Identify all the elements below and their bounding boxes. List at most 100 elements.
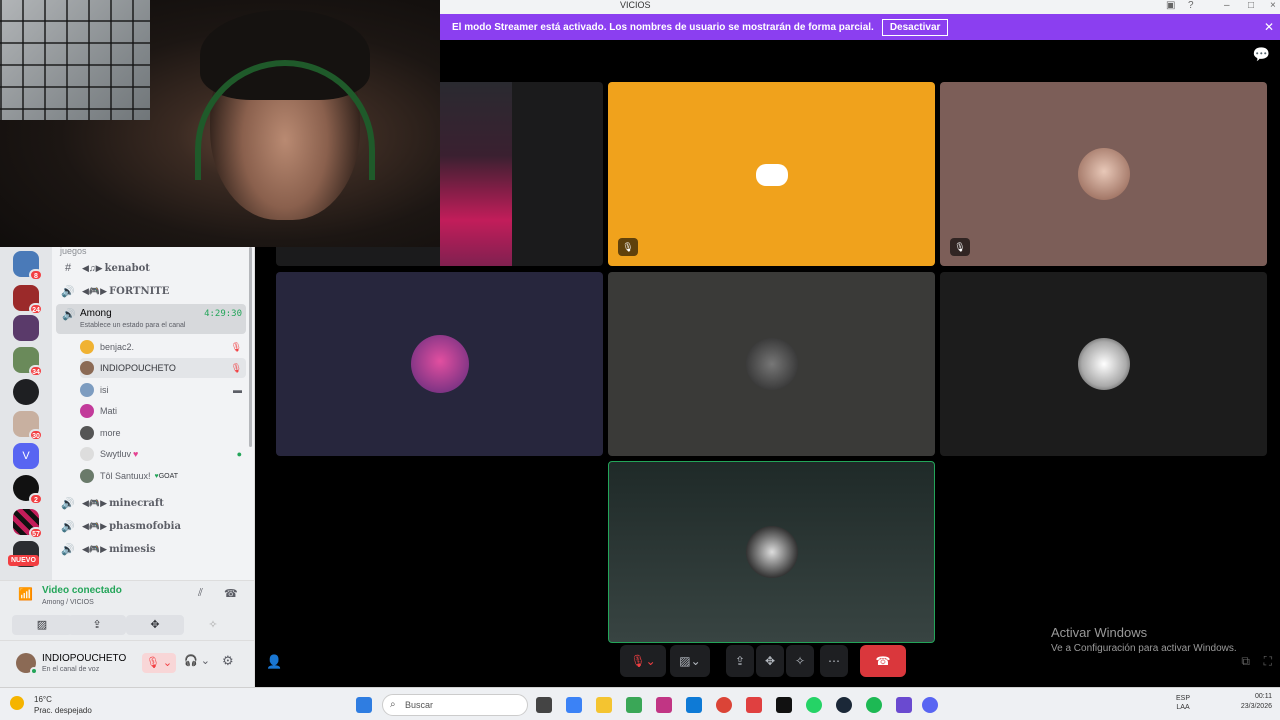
app-icon[interactable] (896, 697, 912, 713)
speaker-icon: 🔊 (61, 285, 75, 298)
app-icon[interactable] (746, 697, 762, 713)
headphones-icon[interactable]: 🎧 ⌄ (184, 654, 210, 667)
soundboard-button[interactable]: ✧ (184, 615, 242, 635)
voice-member[interactable]: isi ▬ (80, 380, 246, 400)
activities-button[interactable]: ✥ (756, 645, 784, 677)
steam-icon[interactable] (836, 697, 852, 713)
mute-mic-button[interactable]: 🎙⌄ (620, 645, 666, 677)
discord-icon[interactable] (922, 697, 938, 713)
noise-suppression-icon[interactable]: ⫽ (198, 587, 203, 600)
search-box[interactable]: ⌕ Buscar (382, 694, 528, 716)
video-tile-user-speaking[interactable] (608, 461, 935, 643)
close-window-icon[interactable]: × (1270, 0, 1276, 11)
call-timer: 4:29:30 (204, 309, 242, 319)
start-icon[interactable] (356, 697, 372, 713)
voice-member[interactable]: benjac2. 🎙 (80, 337, 246, 357)
avatar (80, 426, 94, 440)
channel-kenabot[interactable]: # ◀♫▶ kenabot (60, 258, 250, 278)
discord-logo-icon (756, 164, 788, 186)
badge: 57 (29, 527, 43, 539)
file-explorer-icon[interactable] (596, 697, 612, 713)
connection-location[interactable]: Among / VICIOS (42, 599, 94, 606)
share-screen-button[interactable]: ⇪ (68, 615, 126, 635)
video-tile-user[interactable]: 🎙 (940, 82, 1267, 266)
deactivate-button[interactable]: Desactivar (881, 18, 949, 36)
help-icon[interactable]: ? (1188, 0, 1194, 11)
server-icon[interactable] (13, 379, 39, 405)
server-icon[interactable]: 2 (13, 475, 43, 505)
user-status: En el canal de voz (42, 666, 100, 673)
mute-mic-button[interactable]: 🎙 ⌄ (142, 653, 176, 673)
server-icon[interactable]: 34 (13, 347, 43, 377)
server-icon[interactable]: 30 (13, 411, 43, 441)
epic-games-icon[interactable] (776, 697, 792, 713)
avatar (80, 340, 94, 354)
avatar (745, 338, 798, 390)
video-tile-user[interactable] (940, 272, 1267, 456)
badge: 2 (29, 493, 43, 505)
minimize-icon[interactable]: – (1224, 0, 1230, 11)
channel-minecraft[interactable]: 🔊 ◀🎮▶ minecraft (60, 493, 250, 513)
online-status-icon (30, 667, 38, 675)
video-tile-discord[interactable]: 🎙 (608, 82, 935, 266)
channel-name: FORTNITE (109, 285, 170, 297)
invite-icon[interactable]: 👤 (266, 654, 282, 670)
voice-member[interactable]: Tôl Santuux! ♥GOAT (80, 466, 246, 486)
voice-member[interactable]: INDIOPOUCHETO 🎙 (80, 358, 246, 378)
chrome-icon[interactable] (716, 697, 732, 713)
fullscreen-icon[interactable]: ⛶ (1264, 654, 1272, 669)
channel-mimesis[interactable]: 🔊 ◀🎮▶ mimesis (60, 539, 250, 559)
popout-icon[interactable]: ⧉ (1241, 654, 1250, 669)
task-view-icon[interactable] (536, 697, 552, 713)
spotify-icon[interactable] (866, 697, 882, 713)
watermark-subtitle: Ve a Configuración para activar Windows. (1051, 643, 1237, 654)
category-name: juegos (60, 246, 87, 256)
chat-icon[interactable]: 💬 (1253, 46, 1270, 63)
video-tile-user[interactable] (608, 272, 935, 456)
voice-member[interactable]: Mati (80, 401, 246, 421)
language-code: ESP (1176, 695, 1191, 702)
text-channel-icon: # (64, 262, 72, 274)
title-bar: VICIOS ▣ ? – □ × (440, 0, 1280, 14)
webcam-overlay (0, 0, 440, 247)
app-icon[interactable] (626, 697, 642, 713)
badge: 30 (29, 429, 43, 441)
voice-member[interactable]: Swytluv ♥ ● (80, 444, 246, 464)
channel-scrollbar[interactable] (249, 247, 252, 447)
more-options-button[interactable]: ⋯ (820, 645, 848, 677)
user-panel: INDIOPOUCHETO En el canal de voz 🎙 ⌄ 🎧 ⌄… (0, 640, 254, 687)
window-title: VICIOS (620, 0, 651, 10)
share-screen-button[interactable]: ⇪ (726, 645, 754, 677)
server-icon[interactable] (13, 315, 39, 341)
channel-phasmofobia[interactable]: 🔊 ◀🎮▶ phasmofobia (60, 516, 250, 536)
whatsapp-icon[interactable] (806, 697, 822, 713)
video-tile-user[interactable] (276, 272, 603, 456)
set-status-hint[interactable]: Establece un estado para el canal (80, 322, 185, 329)
camera-button[interactable]: ▨⌄ (670, 645, 710, 677)
signal-icon[interactable]: 📶 (18, 587, 33, 601)
close-icon[interactable]: ✕ (1264, 20, 1274, 34)
gear-icon[interactable]: ⚙ (222, 653, 234, 669)
disconnect-button[interactable]: ☎ (860, 645, 906, 677)
inbox-icon[interactable]: ▣ (1166, 0, 1175, 11)
clock[interactable]: 00:11 23/3/2026 (1241, 692, 1272, 712)
soundboard-button[interactable]: ✧ (786, 645, 814, 677)
server-icon[interactable]: 57 (13, 509, 43, 539)
server-icon[interactable]: V (13, 443, 39, 469)
edge-icon[interactable] (686, 697, 702, 713)
language-indicator[interactable]: ESP LAA (1176, 694, 1190, 712)
voice-member[interactable]: more (80, 423, 246, 443)
copilot-icon[interactable] (566, 697, 582, 713)
member-name: Tôl Santuux! (100, 471, 151, 481)
maximize-icon[interactable]: □ (1248, 0, 1254, 11)
disconnect-icon[interactable]: ☎ (224, 587, 238, 600)
channel-among[interactable]: 🔊 Among 4:29:30 Establece un estado para… (56, 304, 246, 334)
channel-fortnite[interactable]: 🔊 ◀🎮▶ FORTNITE (60, 281, 250, 301)
server-icon[interactable]: 24 (13, 285, 43, 315)
camera-off-button[interactable]: ▨ (12, 615, 72, 635)
server-icon[interactable]: 8 (13, 251, 43, 281)
username[interactable]: INDIOPOUCHETO (42, 653, 126, 664)
avatar (80, 447, 94, 461)
instagram-icon[interactable] (656, 697, 672, 713)
activities-button[interactable]: ✥ (126, 615, 184, 635)
